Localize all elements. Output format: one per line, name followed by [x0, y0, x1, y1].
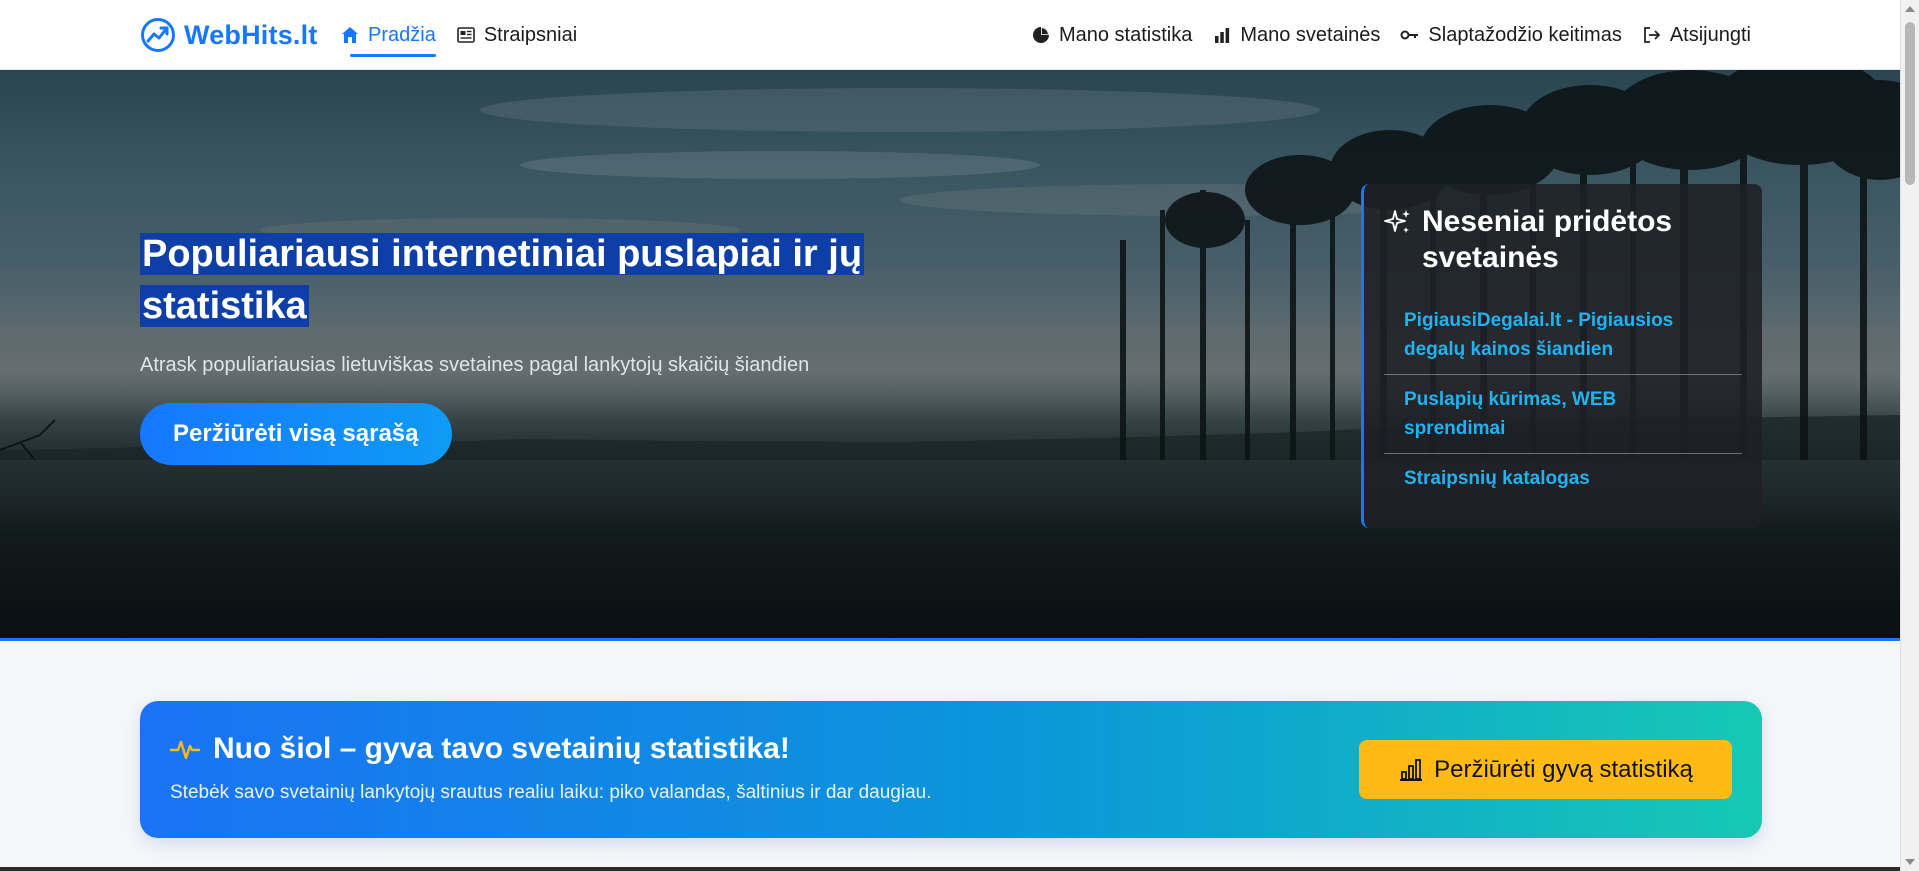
- live-stats-banner: Nuo šiol – gyva tavo svetainių statistik…: [140, 701, 1762, 838]
- nav-item-label: Straipsniai: [483, 23, 578, 46]
- nav-item-slaptazodzio-keitimas[interactable]: Slaptažodžio keitimas: [1400, 15, 1622, 55]
- nav-item-straipsniai[interactable]: Straipsniai: [456, 15, 577, 55]
- scroll-thumb[interactable]: [1905, 22, 1915, 185]
- banner-title: Nuo šiol – gyva tavo svetainių statistik…: [169, 732, 790, 766]
- hero-subtitle: Atrask populiariausias lietuviškas sveta…: [140, 354, 810, 376]
- pie-chart-icon: [1032, 27, 1049, 43]
- page-bottom-edge: [0, 867, 1900, 871]
- nav-item-atsijungti[interactable]: Atsijungti: [1642, 15, 1751, 55]
- hero-content: Populiariausi internetiniai puslapiai ir…: [140, 228, 920, 465]
- recent-sites-card: Neseniai pridėtos svetainės PigiausiDega…: [1361, 184, 1762, 528]
- logout-icon: [1643, 27, 1661, 43]
- recent-sites-title: Neseniai pridėtos svetainės: [1384, 204, 1742, 276]
- nav-item-label: Mano svetainės: [1240, 23, 1381, 46]
- nav-item-pradzia[interactable]: Pradžia: [340, 15, 436, 57]
- sparkles-icon: [1384, 210, 1410, 233]
- newspaper-icon: [457, 27, 475, 43]
- recent-site-link[interactable]: Puslapių kūrimas, WEB sprendimai: [1384, 375, 1742, 454]
- nav-item-mano-svetaines[interactable]: Mano svetainės: [1212, 15, 1380, 55]
- nav-item-mano-statistika[interactable]: Mano statistika: [1031, 15, 1192, 55]
- nav-item-label: Pradžia: [368, 23, 436, 46]
- recent-sites-list: PigiausiDegalai.lt - Pigiausios degalų k…: [1384, 296, 1742, 503]
- scroll-down-arrow-icon[interactable]: [1905, 859, 1915, 865]
- bar-chart-icon: [1215, 28, 1230, 43]
- nav-item-label: Atsijungti: [1669, 23, 1751, 46]
- nav-right: Mano statistika Mano svetainės Slaptažod…: [1031, 0, 1751, 70]
- scroll-up-arrow-icon[interactable]: [1905, 6, 1915, 12]
- recent-site-link[interactable]: PigiausiDegalai.lt - Pigiausios degalų k…: [1384, 296, 1742, 375]
- nav-left: Pradžia Straipsniai: [340, 0, 577, 70]
- home-icon: [342, 27, 358, 43]
- recent-site-link[interactable]: Straipsnių katalogas: [1384, 454, 1742, 503]
- activity-icon: [169, 740, 201, 760]
- nav-item-label: Mano statistika: [1058, 23, 1193, 46]
- nav-item-label: Slaptažodžio keitimas: [1428, 23, 1622, 46]
- bar-chart-icon: [1400, 758, 1423, 781]
- key-icon: [1400, 30, 1419, 40]
- hero-title: Populiariausi internetiniai puslapiai ir…: [140, 233, 865, 327]
- trending-up-logo-icon: [141, 18, 175, 52]
- brand-link[interactable]: WebHits.lt: [140, 16, 318, 54]
- page-scrollbar[interactable]: [1900, 0, 1919, 871]
- view-live-stats-button[interactable]: Peržiūrėti gyvą statistiką: [1359, 740, 1732, 799]
- navbar: WebHits.lt Pradžia Straipsniai Mano stat…: [0, 0, 1900, 70]
- view-full-list-button[interactable]: Peržiūrėti visą sąrašą: [140, 403, 452, 465]
- brand-name: WebHits.lt: [184, 19, 318, 50]
- banner-subtitle: Stebėk savo svetainių lankytojų srautus …: [170, 782, 932, 803]
- hero-section: Populiariausi internetiniai puslapiai ir…: [0, 70, 1900, 641]
